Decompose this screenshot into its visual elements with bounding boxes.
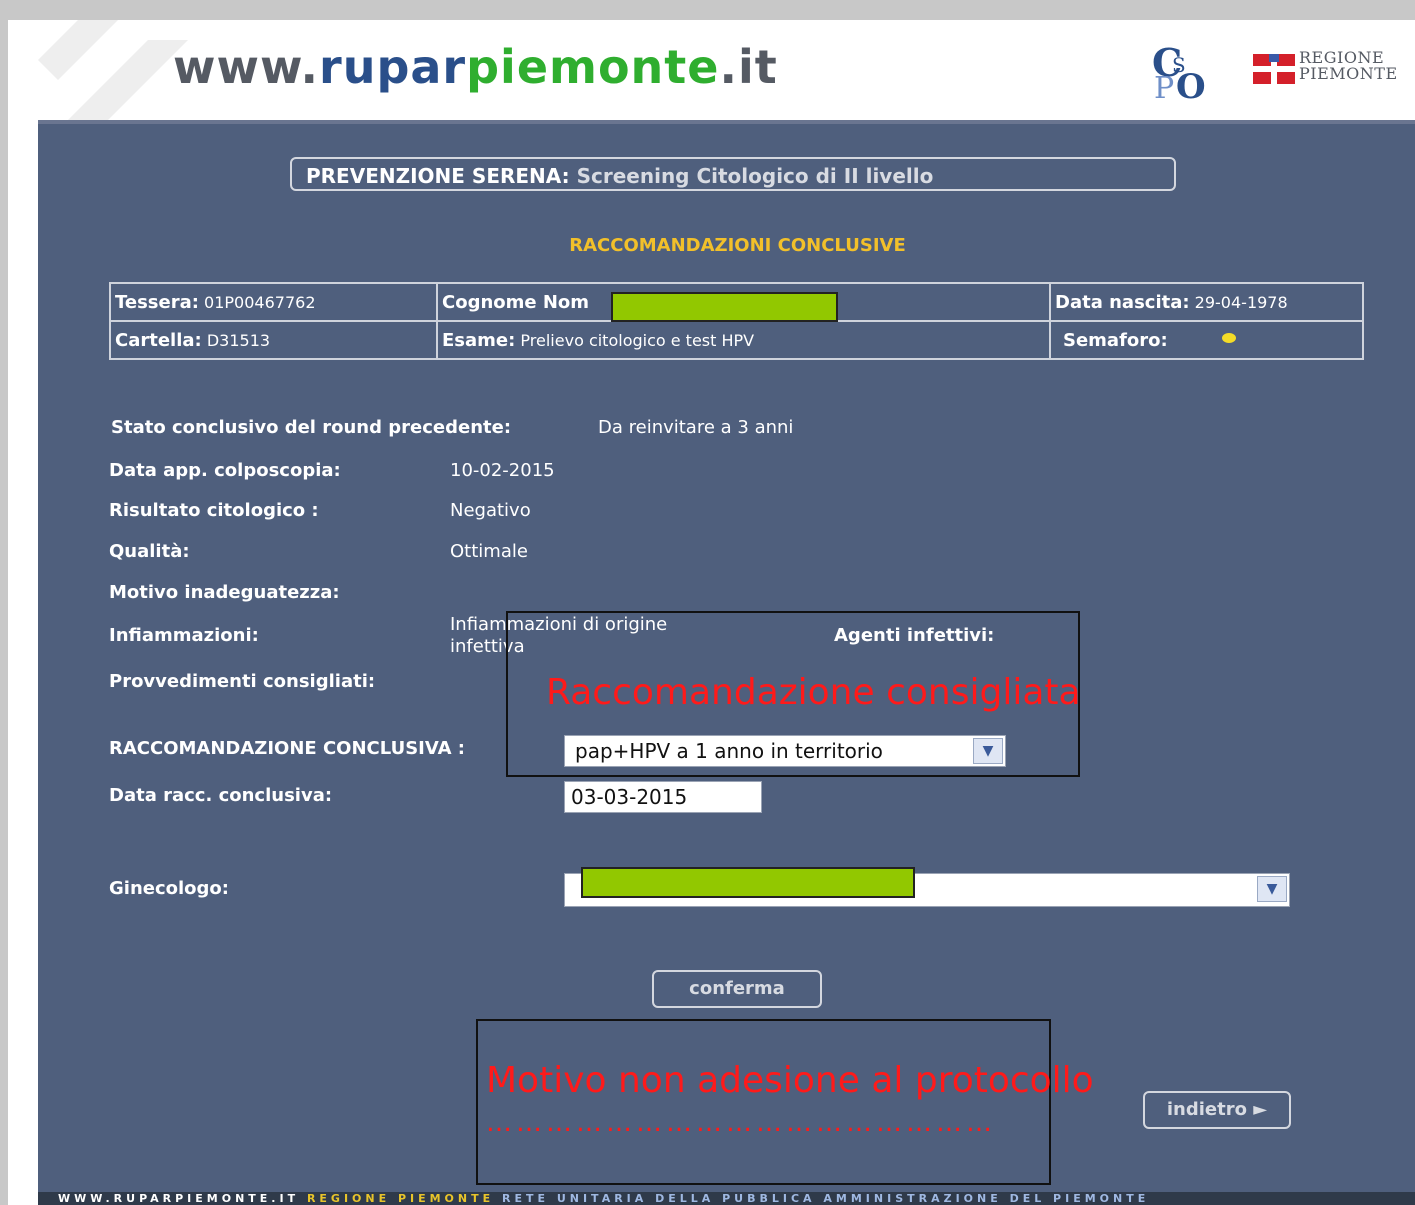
ginecologo-redaction-box — [581, 867, 915, 898]
data-nascita-cell: Data nascita: 29-04-1978 — [1049, 282, 1364, 322]
esame-value: Prelievo citologico e test HPV — [520, 330, 755, 350]
page-title-sub: Screening Citologico di II livello — [576, 164, 934, 188]
annotation-raccomandazione-text: Raccomandazione consigliata — [546, 672, 1081, 713]
ginecologo-label: Ginecologo: — [109, 878, 229, 899]
piemonte-flag-icon — [1253, 54, 1295, 84]
footer-rupar: RETE UNITARIA DELLA PUBBLICA AMMINISTRAZ… — [501, 1192, 1150, 1205]
cartella-cell: Cartella: D31513 — [109, 320, 438, 360]
window-top-border — [0, 0, 1415, 20]
data-racc-label: Data racc. conclusiva: — [109, 785, 333, 806]
regione-line2: PIEMONTE — [1299, 64, 1398, 83]
data-nascita-label: Data nascita: — [1055, 291, 1190, 313]
colposcopia-label: Data app. colposcopia: — [109, 460, 341, 481]
raccomandazione-select[interactable]: pap+HPV a 1 anno in territorio ▼ — [564, 735, 1006, 767]
regione-piemonte-text: REGIONE PIEMONTE — [1299, 50, 1398, 82]
main-panel-top-border — [38, 120, 1415, 124]
tessera-value: 01P00467762 — [204, 292, 316, 312]
qualita-value: Ottimale — [450, 541, 528, 562]
csi-piemonte-logo[interactable]: C P O S — [1146, 42, 1216, 102]
semaforo-status-dot — [1222, 333, 1236, 343]
conferma-button[interactable]: conferma — [652, 970, 822, 1008]
table-row: Cartella: D31513 Esame: Prelievo citolog… — [109, 320, 1364, 360]
raccomandazione-label: RACCOMANDAZIONE CONCLUSIVA : — [109, 738, 465, 759]
data-nascita-value: 29-04-1978 — [1194, 292, 1288, 312]
cartella-value: D31513 — [206, 330, 271, 350]
svg-text:S: S — [1172, 53, 1186, 77]
section-heading: RACCOMANDAZIONI CONCLUSIVE — [569, 235, 906, 256]
cognome-label: Cognome Nom — [442, 291, 590, 313]
data-racc-input[interactable]: 03-03-2015 — [564, 781, 762, 813]
cartella-label: Cartella: — [115, 329, 202, 351]
window-left-border — [0, 0, 8, 1205]
logo-www: www. — [173, 40, 320, 94]
indietro-button[interactable]: indietro ► — [1143, 1091, 1291, 1129]
risultato-label: Risultato citologico : — [109, 500, 319, 521]
risultato-value: Negativo — [450, 500, 531, 521]
esame-label: Esame: — [442, 329, 516, 351]
stato-label: Stato conclusivo del round precedente: — [111, 417, 512, 438]
name-redaction-box — [611, 292, 838, 322]
chevron-down-icon[interactable]: ▼ — [973, 738, 1003, 764]
annotation-motivo-dots: …………………………………………… — [486, 1108, 996, 1138]
tessera-label: Tessera: — [115, 291, 199, 313]
footer-site-link[interactable]: WWW.RUPARPIEMONTE.IT — [58, 1192, 299, 1205]
site-header: www.ruparpiemonte.it C P O S REGIONE PIE… — [38, 20, 1415, 120]
colposcopia-value: 10-02-2015 — [450, 460, 555, 481]
provvedimenti-label: Provvedimenti consigliati: — [109, 671, 376, 692]
page-title-bold: PREVENZIONE SERENA: — [306, 164, 570, 188]
tessera-cell: Tessera: 01P00467762 — [109, 282, 438, 322]
motivo-inadeguatezza-label: Motivo inadeguatezza: — [109, 582, 340, 603]
semaforo-cell: Semaforo: — [1049, 320, 1364, 360]
stato-value: Da reinvitare a 3 anni — [598, 417, 794, 438]
ruparpiemonte-logo[interactable]: www.ruparpiemonte.it — [173, 40, 778, 94]
chevron-down-icon[interactable]: ▼ — [1257, 876, 1287, 902]
raccomandazione-selected: pap+HPV a 1 anno in territorio — [575, 739, 883, 763]
logo-rupar: rupar — [319, 40, 467, 94]
regione-piemonte-logo[interactable]: REGIONE PIEMONTE — [1253, 50, 1413, 90]
site-footer: WWW.RUPARPIEMONTE.IT REGIONE PIEMONTE RE… — [38, 1192, 1415, 1205]
qualita-label: Qualità: — [109, 541, 190, 562]
logo-it: .it — [719, 40, 778, 94]
footer-text: WWW.RUPARPIEMONTE.IT REGIONE PIEMONTE RE… — [58, 1192, 1149, 1205]
footer-regione: REGIONE PIEMONTE — [306, 1192, 495, 1205]
page-title: PREVENZIONE SERENA: Screening Citologico… — [290, 157, 1176, 191]
annotation-motivo-text: Motivo non adesione al protocollo — [486, 1060, 1094, 1101]
infiammazioni-label: Infiammazioni: — [109, 625, 259, 646]
annotation-box-motivo — [476, 1019, 1051, 1185]
semaforo-label: Semaforo: — [1063, 329, 1168, 351]
esame-cell: Esame: Prelievo citologico e test HPV — [436, 320, 1051, 360]
logo-piemonte: piemonte — [466, 40, 720, 94]
